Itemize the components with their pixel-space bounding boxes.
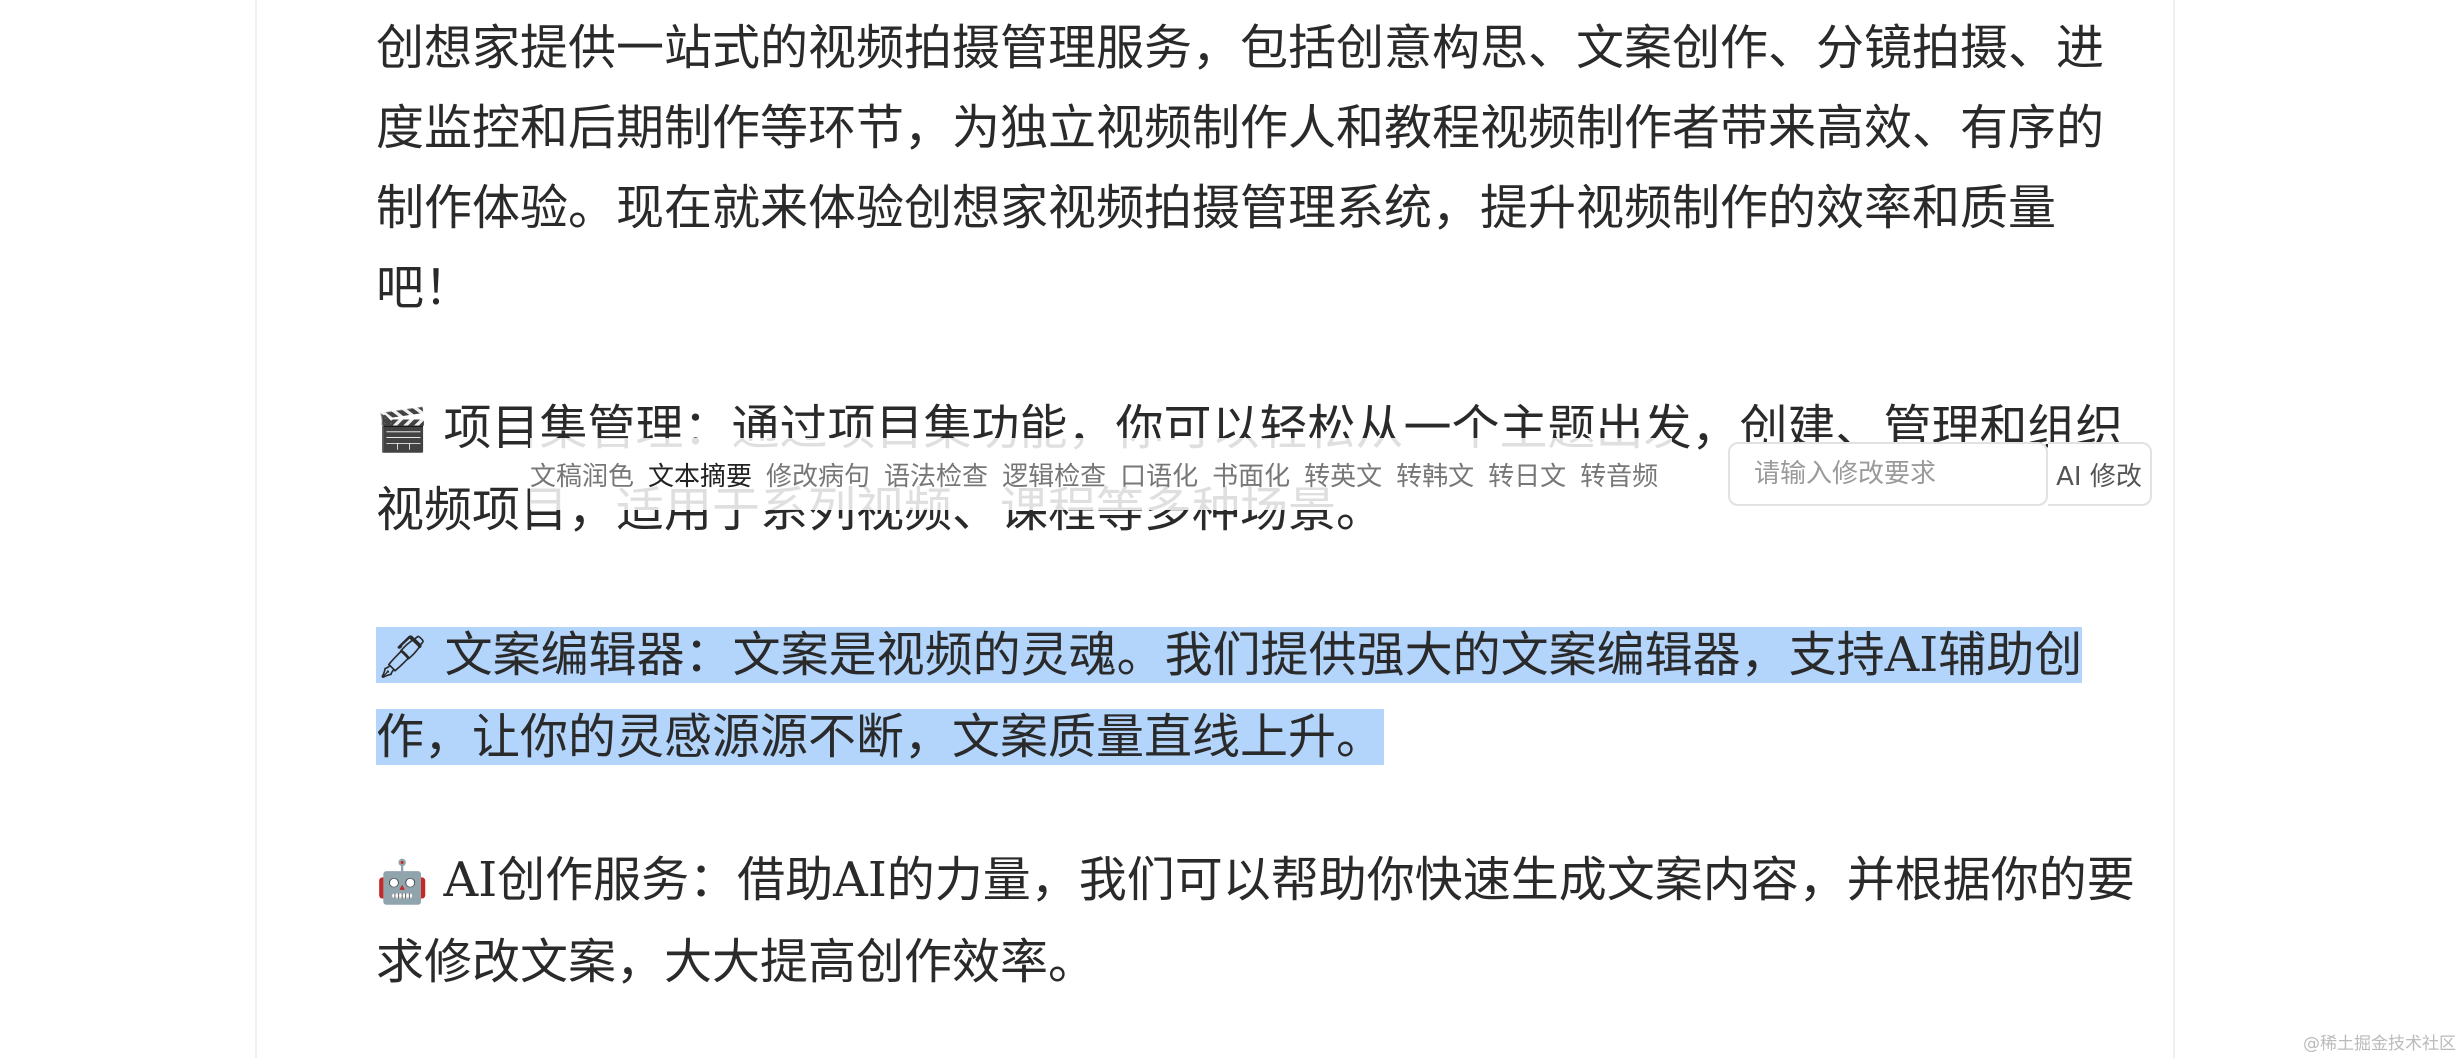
paragraph-intro[interactable]: 创想家提供一站式的视频拍摄管理服务，包括创意构思、文案创作、分镜拍摄、进度监控和… xyxy=(376,8,2136,328)
tool-grammar-check[interactable]: 语法检查 xyxy=(884,452,988,497)
tool-fix-sentences[interactable]: 修改病句 xyxy=(766,452,870,497)
tool-colloquial[interactable]: 口语化 xyxy=(1120,452,1198,497)
ai-modify-button[interactable]: AI 修改 xyxy=(2048,442,2152,506)
robot-icon: 🤖 xyxy=(376,857,429,906)
selected-text[interactable]: 🖋 文案编辑器：文案是视频的灵魂。我们提供强大的文案编辑器，支持AI辅助创作，让… xyxy=(376,627,2083,765)
modify-request-input[interactable] xyxy=(1728,442,2048,506)
tool-to-japanese[interactable]: 转日文 xyxy=(1488,452,1566,497)
clapper-board-icon: 🎬 xyxy=(376,405,429,454)
tool-logic-check[interactable]: 逻辑检查 xyxy=(1002,452,1106,497)
paragraph-intro-text: 创想家提供一站式的视频拍摄管理服务，包括创意构思、文案创作、分镜拍摄、进度监控和… xyxy=(376,20,2105,316)
paragraph-script-editor[interactable]: 🖋 文案编辑器：文案是视频的灵魂。我们提供强大的文案编辑器，支持AI辅助创作，让… xyxy=(376,615,2136,777)
tool-formal[interactable]: 书面化 xyxy=(1212,452,1290,497)
tool-to-english[interactable]: 转英文 xyxy=(1304,452,1382,497)
tool-to-audio[interactable]: 转音频 xyxy=(1580,452,1658,497)
paragraph-ai-service-text: AI创作服务：借助AI的力量，我们可以帮助你快速生成文案内容，并根据你的要求修改… xyxy=(376,852,2135,990)
ai-toolbar: 文稿润色 文本摘要 修改病句 语法检查 逻辑检查 口语化 书面化 转英文 转韩文… xyxy=(530,438,1673,510)
watermark: @稀土掘金技术社区 xyxy=(2303,1034,2456,1054)
tool-to-korean[interactable]: 转韩文 xyxy=(1396,452,1474,497)
tool-polish[interactable]: 文稿润色 xyxy=(530,452,634,497)
tool-summary[interactable]: 文本摘要 xyxy=(648,452,752,497)
paragraph-ai-service[interactable]: 🤖 AI创作服务：借助AI的力量，我们可以帮助你快速生成文案内容，并根据你的要求… xyxy=(376,840,2136,1002)
paragraph-script-editor-text: 文案编辑器：文案是视频的灵魂。我们提供强大的文案编辑器，支持AI辅助创作，让你的… xyxy=(376,627,2083,765)
pen-icon: 🖋 xyxy=(376,632,430,681)
